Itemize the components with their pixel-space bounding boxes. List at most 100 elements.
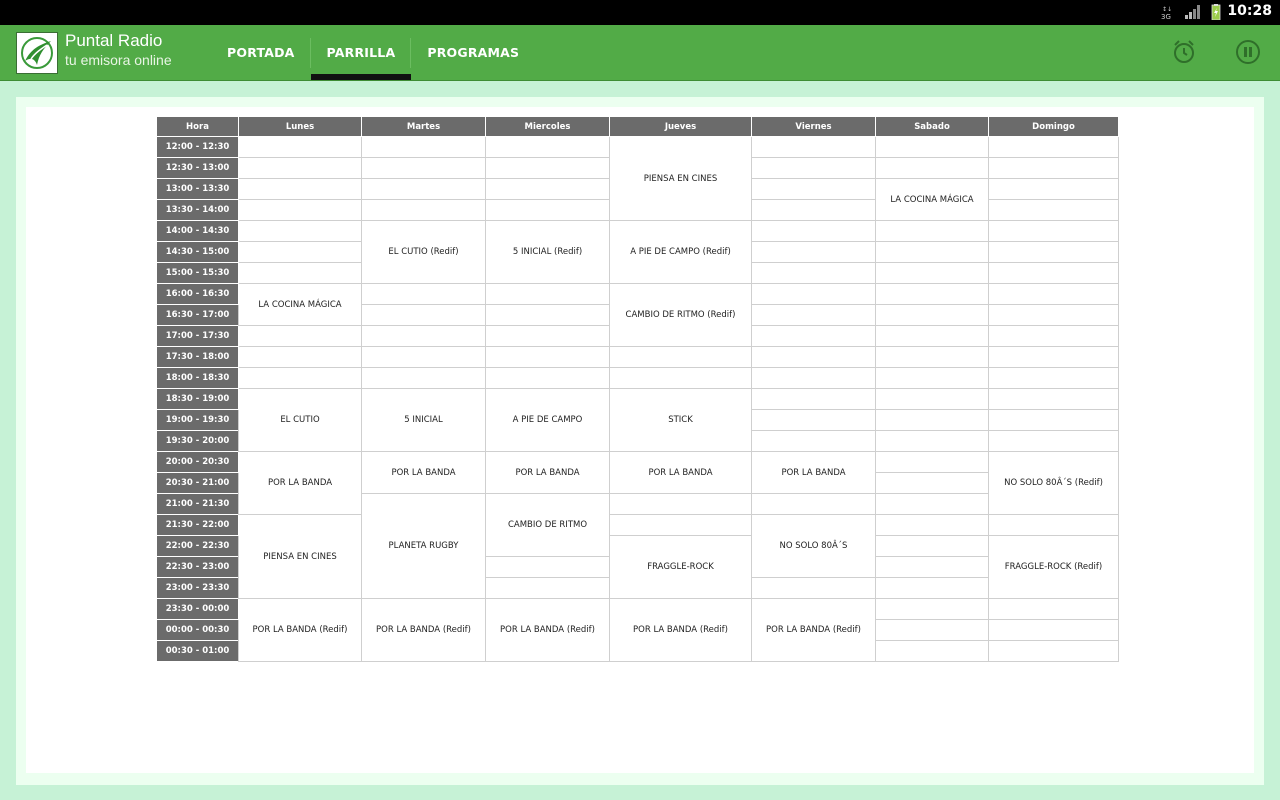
table-row: 20:00 - 20:30 POR LA BANDA POR LA BANDA POR… bbox=[156, 451, 1119, 515]
pause-icon[interactable] bbox=[1233, 37, 1263, 67]
empty-slot-cell bbox=[238, 262, 362, 284]
table-row: 14:00 - 14:30 EL CUTIO (Redif) 5 INICIAL (… bbox=[156, 220, 1119, 284]
program-cell[interactable]: POR LA BANDA (Redif) bbox=[609, 598, 752, 662]
program-cell[interactable]: PIENSA EN CINES bbox=[609, 136, 752, 221]
empty-slot-cell bbox=[875, 409, 989, 431]
empty-slot-cell bbox=[875, 472, 989, 494]
empty-slot-cell bbox=[238, 199, 362, 221]
program-cell[interactable]: LA COCINA MÁGICA bbox=[238, 283, 362, 326]
empty-slot-cell bbox=[485, 157, 610, 179]
tab-parrilla[interactable]: PARRILLA bbox=[310, 25, 412, 80]
program-cell[interactable]: POR LA BANDA (Redif) bbox=[485, 598, 610, 662]
empty-slot-cell bbox=[751, 304, 876, 326]
program-cell[interactable]: POR LA BANDA (Redif) bbox=[751, 598, 876, 662]
empty-slot-cell bbox=[988, 325, 1119, 347]
column-header-sabado: Sabado bbox=[875, 116, 989, 137]
svg-text:↕↓: ↕↓ bbox=[1162, 6, 1172, 13]
program-cell[interactable]: A PIE DE CAMPO (Redif) bbox=[609, 220, 752, 284]
program-cell[interactable]: FRAGGLE-ROCK (Redif) bbox=[988, 535, 1119, 599]
empty-slot-cell bbox=[875, 535, 989, 557]
time-slot-cell: 22:30 - 23:00 bbox=[156, 556, 239, 578]
empty-slot-cell bbox=[875, 304, 989, 326]
battery-icon bbox=[1211, 4, 1221, 20]
empty-slot-cell bbox=[361, 325, 486, 347]
empty-slot-cell bbox=[988, 199, 1119, 221]
empty-slot-cell bbox=[875, 283, 989, 305]
empty-slot-cell bbox=[875, 451, 989, 473]
empty-slot-cell bbox=[361, 346, 486, 368]
time-slot-cell: 17:00 - 17:30 bbox=[156, 325, 239, 347]
column-header-martes: Martes bbox=[361, 116, 486, 137]
empty-slot-cell bbox=[485, 556, 610, 578]
empty-slot-cell bbox=[875, 430, 989, 452]
program-cell[interactable]: EL CUTIO (Redif) bbox=[361, 220, 486, 284]
empty-slot-cell bbox=[988, 640, 1119, 662]
empty-slot-cell bbox=[875, 640, 989, 662]
table-row: 18:00 - 18:30 bbox=[156, 367, 1119, 389]
puntal-radio-logo-icon bbox=[21, 37, 53, 69]
empty-slot-cell bbox=[609, 493, 752, 515]
app-logo[interactable] bbox=[16, 32, 58, 74]
program-cell[interactable]: A PIE DE CAMPO bbox=[485, 388, 610, 452]
time-slot-cell: 00:30 - 01:00 bbox=[156, 640, 239, 662]
empty-slot-cell bbox=[988, 514, 1119, 536]
empty-slot-cell bbox=[875, 220, 989, 242]
program-cell[interactable]: POR LA BANDA bbox=[751, 451, 876, 494]
empty-slot-cell bbox=[875, 577, 989, 599]
empty-slot-cell bbox=[751, 430, 876, 452]
empty-slot-cell bbox=[875, 556, 989, 578]
program-cell[interactable]: PIENSA EN CINES bbox=[238, 514, 362, 599]
program-cell[interactable]: POR LA BANDA (Redif) bbox=[238, 598, 362, 662]
empty-slot-cell bbox=[875, 262, 989, 284]
time-slot-cell: 19:30 - 20:00 bbox=[156, 430, 239, 452]
schedule-table: Hora Lunes Martes Miercoles Jueves Viernes Sab… bbox=[156, 116, 1119, 662]
column-header-hora: Hora bbox=[156, 116, 239, 137]
program-cell[interactable]: 5 INICIAL (Redif) bbox=[485, 220, 610, 284]
empty-slot-cell bbox=[751, 199, 876, 221]
alarm-clock-icon[interactable] bbox=[1169, 37, 1199, 67]
program-cell[interactable]: POR LA BANDA bbox=[361, 451, 486, 494]
program-cell[interactable]: CAMBIO DE RITMO bbox=[485, 493, 610, 557]
empty-slot-cell bbox=[361, 283, 486, 305]
empty-slot-cell bbox=[361, 178, 486, 200]
empty-slot-cell bbox=[485, 325, 610, 347]
program-cell[interactable]: CAMBIO DE RITMO (Redif) bbox=[609, 283, 752, 347]
time-slot-cell: 21:30 - 22:00 bbox=[156, 514, 239, 536]
tab-portada[interactable]: PORTADA bbox=[211, 25, 311, 80]
tab-programas[interactable]: PROGRAMAS bbox=[411, 25, 535, 80]
empty-slot-cell bbox=[988, 598, 1119, 620]
empty-slot-cell bbox=[988, 619, 1119, 641]
program-cell[interactable]: 5 INICIAL bbox=[361, 388, 486, 452]
program-cell[interactable]: PLANETA RUGBY bbox=[361, 493, 486, 599]
empty-slot-cell bbox=[988, 304, 1119, 326]
column-header-domingo: Domingo bbox=[988, 116, 1119, 137]
empty-slot-cell bbox=[751, 220, 876, 242]
time-slot-cell: 23:30 - 00:00 bbox=[156, 598, 239, 620]
clock-time: 10:28 bbox=[1227, 3, 1272, 19]
program-cell[interactable]: NO SOLO 80Â´S bbox=[751, 514, 876, 578]
empty-slot-cell bbox=[361, 136, 486, 158]
empty-slot-cell bbox=[988, 220, 1119, 242]
program-cell[interactable]: POR LA BANDA (Redif) bbox=[361, 598, 486, 662]
empty-slot-cell bbox=[609, 514, 752, 536]
program-cell[interactable]: POR LA BANDA bbox=[485, 451, 610, 494]
empty-slot-cell bbox=[988, 367, 1119, 389]
table-row: 21:30 - 22:00 PIENSA EN CINES NO SOLO 80Â´… bbox=[156, 514, 1119, 599]
time-slot-cell: 18:30 - 19:00 bbox=[156, 388, 239, 410]
program-cell[interactable]: FRAGGLE-ROCK bbox=[609, 535, 752, 599]
empty-slot-cell bbox=[751, 262, 876, 284]
network-3g-icon: ↕↓3G bbox=[1161, 6, 1172, 20]
program-cell[interactable]: STICK bbox=[609, 388, 752, 452]
program-cell[interactable]: POR LA BANDA bbox=[238, 451, 362, 515]
time-slot-cell: 12:30 - 13:00 bbox=[156, 157, 239, 179]
svg-text:3G: 3G bbox=[1161, 13, 1171, 20]
time-slot-cell: 20:00 - 20:30 bbox=[156, 451, 239, 473]
program-cell[interactable]: EL CUTIO bbox=[238, 388, 362, 452]
time-slot-cell: 21:00 - 21:30 bbox=[156, 493, 239, 515]
empty-slot-cell bbox=[609, 367, 752, 389]
program-cell[interactable]: POR LA BANDA bbox=[609, 451, 752, 494]
empty-slot-cell bbox=[875, 346, 989, 368]
empty-slot-cell bbox=[875, 241, 989, 263]
program-cell[interactable]: NO SOLO 80Â´S (Redif) bbox=[988, 451, 1119, 515]
program-cell[interactable]: LA COCINA MÁGICA bbox=[875, 178, 989, 221]
